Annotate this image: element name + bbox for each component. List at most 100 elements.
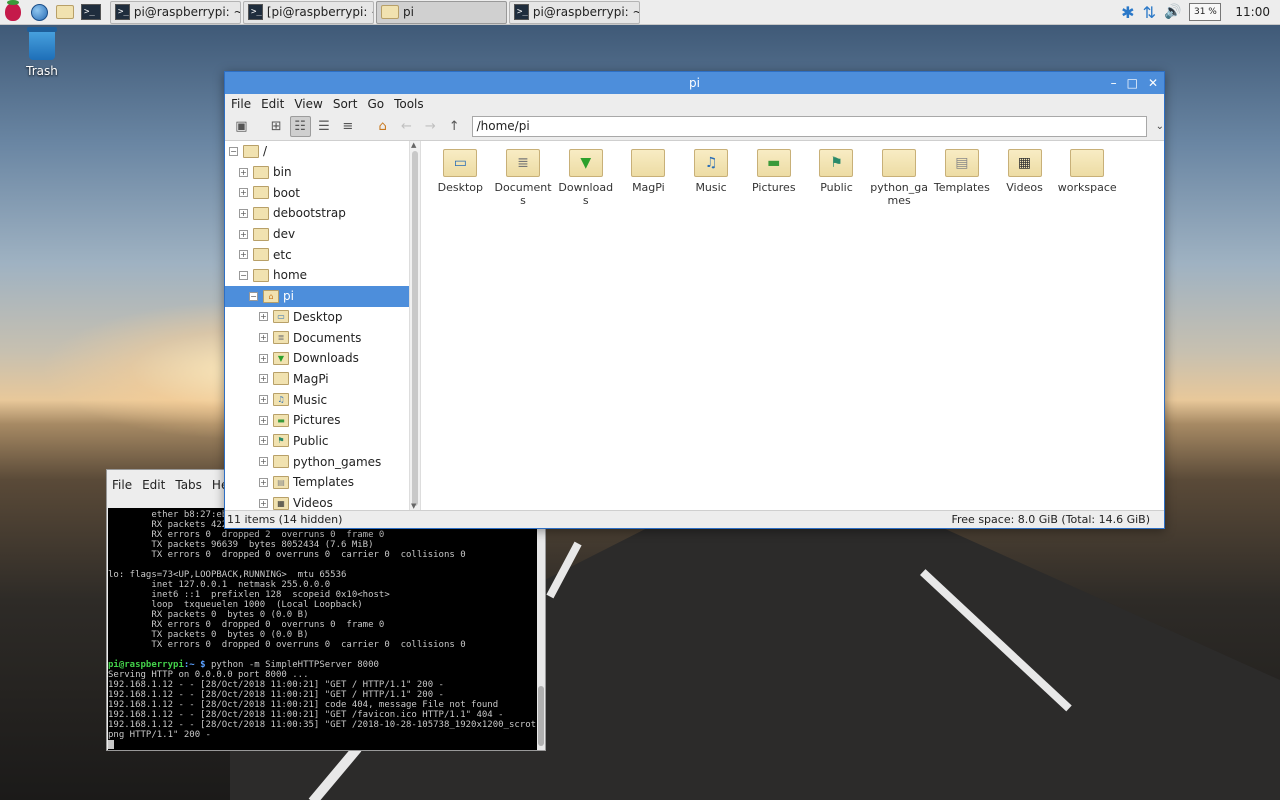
menu-go[interactable]: Go <box>367 97 384 111</box>
view-list-button[interactable]: ≡ <box>337 116 358 137</box>
minimize-icon[interactable]: – <box>1111 72 1117 94</box>
file-item-videos[interactable]: ▦ Videos <box>993 147 1056 207</box>
tree-item-downloads[interactable]: + ▼ Downloads <box>225 348 409 369</box>
file-manager-launcher[interactable] <box>52 0 78 24</box>
file-item-magpi[interactable]: MagPi <box>617 147 680 207</box>
file-item-downloads[interactable]: ▼ Downloads <box>554 147 617 207</box>
expand-icon[interactable]: + <box>259 353 268 363</box>
clock[interactable]: 11:00 <box>1235 5 1270 19</box>
tree-item-desktop[interactable]: + ▭ Desktop <box>225 307 409 328</box>
collapse-icon[interactable]: − <box>239 270 248 280</box>
expand-icon[interactable]: + <box>239 229 248 239</box>
taskbar-item-3[interactable]: >_ pi@raspberrypi: ~ <box>509 0 640 24</box>
scrollbar-thumb[interactable] <box>538 686 544 746</box>
tree-item-pictures[interactable]: + ▬ Pictures <box>225 410 409 431</box>
file-item-label: Music <box>695 181 727 194</box>
menu-tools[interactable]: Tools <box>394 97 424 111</box>
downloads-emblem-icon: ▼ <box>580 155 592 171</box>
maximize-icon[interactable]: □ <box>1127 72 1138 94</box>
view-thumbnails-button[interactable]: ☷ <box>289 116 311 137</box>
bluetooth-icon[interactable]: ✱ <box>1121 3 1134 22</box>
expand-icon[interactable]: + <box>239 188 248 198</box>
raspberry-menu-button[interactable] <box>0 0 26 24</box>
taskbar-item-1[interactable]: >_[pi@raspberrypi: ~/w... <box>243 0 374 24</box>
menu-sort[interactable]: Sort <box>333 97 358 111</box>
expand-icon[interactable]: + <box>259 457 268 467</box>
scrollbar-thumb[interactable] <box>412 151 418 506</box>
path-input[interactable]: /home/pi <box>471 116 1147 137</box>
collapse-icon[interactable]: − <box>229 146 238 156</box>
file-item-desktop[interactable]: ▭ Desktop <box>429 147 492 207</box>
tree-item--[interactable]: − / <box>225 141 409 162</box>
terminal-output[interactable]: ether b8:27:eb RX packets 422 RX errors … <box>108 508 544 750</box>
tree-item-pi[interactable]: − ⌂ pi <box>225 285 409 307</box>
collapse-icon[interactable]: − <box>249 291 258 301</box>
view-compact-button[interactable]: ☰ <box>314 116 335 137</box>
terminal-menu-file[interactable]: File <box>112 478 132 492</box>
folder-folder-icon <box>273 372 289 386</box>
tree-item-python-games[interactable]: + python_games <box>225 451 409 472</box>
up-button[interactable]: ↑ <box>444 116 465 137</box>
tree-item-templates[interactable]: + ▤ Templates <box>225 472 409 493</box>
tree-item-public[interactable]: + ⚑ Public <box>225 431 409 452</box>
file-item-public[interactable]: ⚑ Public <box>805 147 868 207</box>
expand-icon[interactable]: + <box>239 167 248 177</box>
close-icon[interactable]: ✕ <box>1148 72 1158 94</box>
expand-icon[interactable]: + <box>259 333 268 343</box>
tree-item-bin[interactable]: + bin <box>225 162 409 183</box>
file-item-python-games[interactable]: python_games <box>868 147 931 207</box>
web-browser-launcher[interactable] <box>26 0 52 24</box>
file-item-templates[interactable]: ▤ Templates <box>931 147 994 207</box>
tree-item-documents[interactable]: + ≣ Documents <box>225 327 409 348</box>
expand-icon[interactable]: + <box>259 374 268 384</box>
menu-edit[interactable]: Edit <box>261 97 284 111</box>
menu-view[interactable]: View <box>294 97 322 111</box>
home-button[interactable]: ⌂ <box>372 116 393 137</box>
expand-icon[interactable]: + <box>259 436 268 446</box>
folder-folder-icon <box>1070 149 1105 177</box>
terminal-line: 192.168.1.12 - - [28/Oct/2018 11:00:21] … <box>108 680 444 690</box>
tree-item-boot[interactable]: + boot <box>225 182 409 203</box>
terminal-menu-tabs[interactable]: Tabs <box>175 478 202 492</box>
scroll-down-icon[interactable]: ▼ <box>411 502 416 510</box>
tree-scrollbar[interactable]: ▲ ▼ <box>409 141 420 510</box>
expand-icon[interactable]: + <box>239 250 248 260</box>
tree-item-videos[interactable]: + ▦ Videos <box>225 493 409 510</box>
tree-item-label: dev <box>273 227 296 242</box>
new-window-button[interactable]: ▣ <box>231 116 252 137</box>
tree-item-music[interactable]: + ♫ Music <box>225 389 409 410</box>
volume-icon[interactable]: 🔊 <box>1164 4 1181 20</box>
music-folder-icon: ♫ <box>273 393 289 407</box>
window-titlebar[interactable]: pi – □ ✕ <box>225 72 1164 94</box>
terminal-launcher[interactable]: >_ <box>78 0 104 24</box>
prompt-path: :~ $ <box>183 660 211 670</box>
file-item-documents[interactable]: ≣ Documents <box>492 147 555 207</box>
tree-item-magpi[interactable]: + MagPi <box>225 369 409 390</box>
network-icon[interactable]: ⇅ <box>1143 3 1156 22</box>
taskbar-item-2[interactable]: pi <box>376 0 507 24</box>
tree-item-debootstrap[interactable]: + debootstrap <box>225 203 409 224</box>
file-item-pictures[interactable]: ▬ Pictures <box>742 147 805 207</box>
cpu-monitor[interactable]: 31 % <box>1189 3 1222 21</box>
tree-item-home[interactable]: − home <box>225 265 409 286</box>
terminal-scrollbar[interactable] <box>537 508 545 750</box>
back-button[interactable]: ← <box>396 116 417 137</box>
menu-file[interactable]: File <box>231 97 251 111</box>
scroll-up-icon[interactable]: ▲ <box>411 141 416 149</box>
terminal-menu-edit[interactable]: Edit <box>142 478 165 492</box>
view-icons-button[interactable]: ⊞ <box>266 116 287 137</box>
expand-icon[interactable]: + <box>259 312 268 322</box>
file-item-workspace[interactable]: workspace <box>1056 147 1119 207</box>
desktop-trash[interactable]: Trash <box>20 27 64 78</box>
expand-icon[interactable]: + <box>259 498 268 508</box>
file-item-music[interactable]: ♫ Music <box>680 147 743 207</box>
tree-item-etc[interactable]: + etc <box>225 244 409 265</box>
tree-item-dev[interactable]: + dev <box>225 224 409 245</box>
chevron-down-icon[interactable]: ⌄ <box>1156 121 1164 132</box>
expand-icon[interactable]: + <box>259 477 268 487</box>
expand-icon[interactable]: + <box>259 415 268 425</box>
taskbar-item-0[interactable]: >_pi@raspberrypi: ~/wo... <box>110 0 241 24</box>
expand-icon[interactable]: + <box>239 208 248 218</box>
forward-button[interactable]: → <box>420 116 441 137</box>
expand-icon[interactable]: + <box>259 395 268 405</box>
